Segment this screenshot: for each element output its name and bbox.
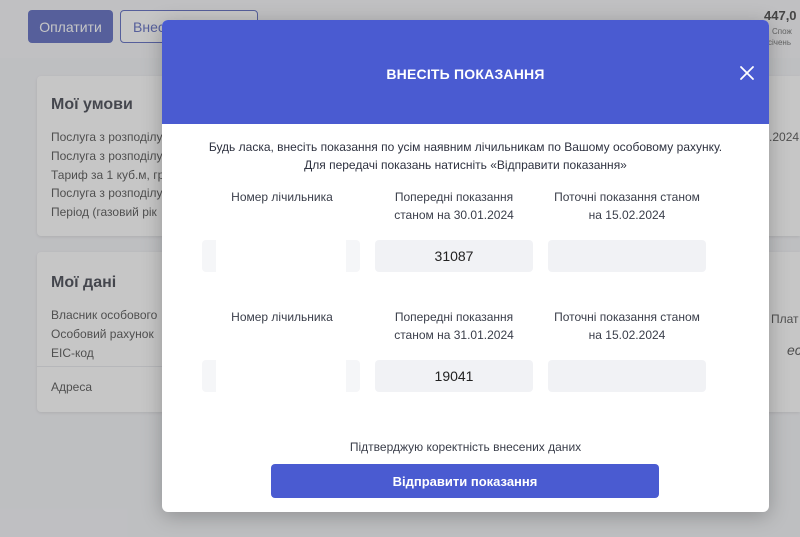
curr-reading-header-line2: на 15.02.2024 — [588, 328, 666, 342]
prev-reading-header: Попередні показання станом на 30.01.2024 — [369, 188, 539, 224]
meter-number-header: Номер лічильника — [231, 190, 333, 204]
curr-reading-header: Поточні показання станом на 15.02.2024 — [542, 308, 712, 344]
curr-reading-header: Поточні показання станом на 15.02.2024 — [542, 188, 712, 224]
modal-title: ВНЕСІТЬ ПОКАЗАННЯ — [386, 66, 545, 82]
prev-reading-field: 31087 — [375, 240, 533, 272]
meter-number-header: Номер лічильника — [231, 310, 333, 324]
prev-reading-header-line2: станом на 30.01.2024 — [394, 208, 514, 222]
prev-reading-header-line1: Попередні показання — [394, 190, 514, 204]
submit-readings-button[interactable]: Відправити показання — [271, 464, 659, 498]
meter-number-field — [202, 240, 360, 272]
modal-header: ВНЕСІТЬ ПОКАЗАННЯ — [162, 20, 769, 124]
curr-reading-header-line2: на 15.02.2024 — [588, 208, 666, 222]
curr-reading-input[interactable] — [548, 360, 706, 392]
curr-reading-header-line1: Поточні показання станом — [554, 310, 700, 324]
readings-modal: ВНЕСІТЬ ПОКАЗАННЯ Будь ласка, внесіть по… — [162, 20, 769, 512]
prev-reading-field: 19041 — [375, 360, 533, 392]
meter-number-field — [202, 360, 360, 392]
intro-text-2: Для передачі показань натисніть «Відправ… — [304, 158, 627, 172]
prev-reading-header-line2: станом на 31.01.2024 — [394, 328, 514, 342]
curr-reading-input[interactable] — [548, 240, 706, 272]
close-icon — [740, 66, 754, 80]
prev-reading-header-line1: Попередні показання — [394, 310, 514, 324]
curr-reading-header-line1: Поточні показання станом — [554, 190, 700, 204]
intro-text: Будь ласка, внесіть показання по усім на… — [208, 140, 723, 154]
confirm-text: Підтверджую коректність внесених даних — [349, 440, 582, 454]
prev-reading-header: Попередні показання станом на 31.01.2024 — [369, 308, 539, 344]
close-button[interactable] — [736, 62, 758, 84]
